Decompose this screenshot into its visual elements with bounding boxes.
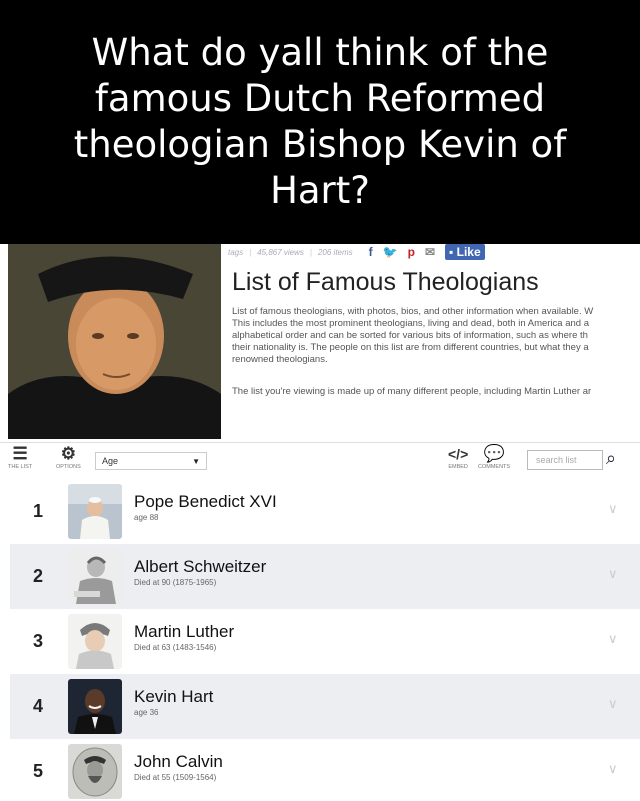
list-item[interactable]: 2 Albert Schweitzer Died at 90 (1875-196… <box>10 544 640 609</box>
theologian-detail: age 88 <box>134 513 159 522</box>
chevron-down-icon[interactable]: ∨ <box>608 501 618 517</box>
rank-number: 2 <box>32 566 43 586</box>
theologian-detail: age 36 <box>134 708 159 717</box>
theologian-detail: Died at 55 (1509-1564) <box>134 773 217 782</box>
embed-button[interactable]: </> EMBED <box>448 444 468 470</box>
view-count: 45,867 views <box>257 247 304 257</box>
john-calvin-photo <box>68 744 122 799</box>
comments-icon: 💬 <box>483 444 505 463</box>
theologian-detail: Died at 90 (1875-1965) <box>134 578 217 587</box>
pope-benedict-photo <box>68 484 122 539</box>
ranker-page: tags | 45,867 views | 206 items f 🐦 p ✉ … <box>0 244 640 801</box>
description-line: This includes the most prominent theolog… <box>232 318 589 329</box>
search-icon[interactable]: ⌕ <box>606 448 616 469</box>
martin-luther-portrait <box>8 244 221 439</box>
list-icon: ☰ <box>12 444 28 463</box>
kevin-hart-photo <box>68 679 122 734</box>
rank-number: 4 <box>32 696 43 716</box>
page-title: List of Famous Theologians <box>232 268 539 296</box>
rank-number: 3 <box>32 631 43 651</box>
chevron-down-icon[interactable]: ∨ <box>608 696 618 712</box>
description-line: alphabetical order and can be sorted for… <box>232 330 588 341</box>
gear-icon: ⚙ <box>60 444 76 463</box>
albert-schweitzer-photo <box>68 549 122 604</box>
the-list-label: THE LIST <box>8 464 33 470</box>
list-item[interactable]: 5 John Calvin Died at 55 (1509-1564) ∨ <box>10 739 640 801</box>
theologian-name[interactable]: Albert Schweitzer <box>134 557 266 577</box>
chevron-down-icon[interactable]: ∨ <box>608 761 618 777</box>
comments-button[interactable]: 💬 COMMENTS <box>478 444 510 470</box>
the-list-button[interactable]: ☰ THE LIST <box>8 444 32 470</box>
twitter-icon[interactable]: 🐦 <box>383 245 398 259</box>
theologian-name[interactable]: Kevin Hart <box>134 687 213 707</box>
tags-link[interactable]: tags <box>228 248 243 257</box>
sort-value: Age <box>102 456 119 466</box>
list-description-2: The list you're viewing is made up of ma… <box>232 386 592 397</box>
like-label: Like <box>456 245 481 259</box>
pinterest-icon[interactable]: p <box>408 245 415 259</box>
rank-number: 1 <box>32 501 43 521</box>
share-buttons: f 🐦 p ✉ ▪ Like <box>369 244 485 260</box>
facebook-like-button[interactable]: ▪ Like <box>445 244 485 260</box>
caret-down-icon: ▼ <box>192 457 200 466</box>
embed-label: EMBED <box>448 464 468 470</box>
theologian-name[interactable]: Pope Benedict XVI <box>134 492 277 512</box>
chevron-down-icon[interactable]: ∨ <box>608 566 618 582</box>
item-count: 206 items <box>317 247 353 257</box>
martin-luther-photo <box>68 614 122 669</box>
theologian-name[interactable]: Martin Luther <box>134 622 234 642</box>
list-item[interactable]: 1 Pope Benedict XVI age 88 ∨ <box>10 479 640 544</box>
theologian-detail: Died at 63 (1483-1546) <box>134 643 217 652</box>
rank-number: 5 <box>32 761 43 781</box>
list-item[interactable]: 4 Kevin Hart age 36 ∨ <box>10 674 640 739</box>
code-icon: </> <box>448 446 469 462</box>
comments-label: COMMENTS <box>478 464 511 470</box>
description-line: renowned theologians. <box>232 354 328 365</box>
search-input[interactable]: search list <box>527 450 603 470</box>
facebook-icon[interactable]: f <box>369 245 373 259</box>
list-meta-bar: tags | 45,867 views | 206 items f 🐦 p ✉ … <box>228 244 485 260</box>
options-label: OPTIONS <box>56 464 81 470</box>
chevron-down-icon[interactable]: ∨ <box>608 631 618 647</box>
list-description: List of famous theologians, with photos,… <box>232 306 640 366</box>
sort-select[interactable]: Age ▼ <box>95 452 207 470</box>
theologian-name[interactable]: John Calvin <box>134 752 223 772</box>
options-button[interactable]: ⚙ OPTIONS <box>56 444 81 470</box>
description-line: List of famous theologians, with photos,… <box>232 306 594 317</box>
description-line: their nationality is. The people on this… <box>232 342 589 353</box>
list-item[interactable]: 3 Martin Luther Died at 63 (1483-1546) ∨ <box>10 609 640 674</box>
meme-caption: What do yall think of the famous Dutch R… <box>0 0 640 244</box>
email-icon[interactable]: ✉ <box>425 245 435 259</box>
